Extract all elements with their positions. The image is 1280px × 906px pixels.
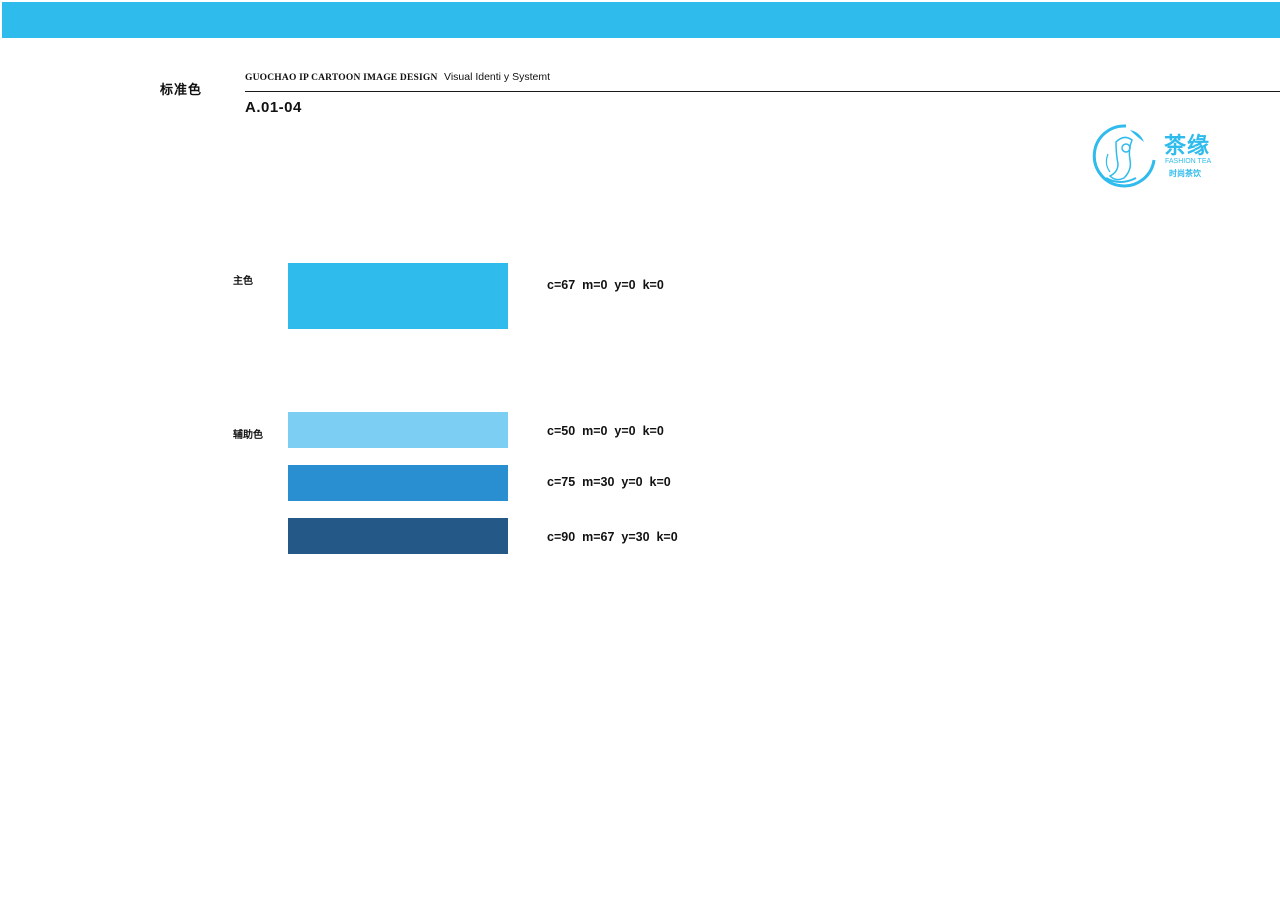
brand-logo: 茶缘 FASHION TEA 时尚茶饮	[1086, 120, 1220, 190]
header-divider	[245, 91, 1280, 92]
secondary-color-cmyk-1: c=50 m=0 y=0 k=0	[547, 424, 664, 438]
logo-subtitle-cn: 时尚茶饮	[1169, 169, 1201, 178]
secondary-color-cmyk-3: c=90 m=67 y=30 k=0	[547, 530, 678, 544]
primary-color-cmyk: c=67 m=0 y=0 k=0	[547, 278, 664, 292]
primary-color-label: 主色	[233, 276, 253, 287]
project-name: GUOCHAO IP CARTOON IMAGE DESIGN	[245, 73, 438, 83]
section-title: 标准色	[160, 83, 203, 98]
logo-title: 茶缘	[1164, 134, 1211, 159]
page-code: A.01-04	[245, 99, 302, 116]
secondary-color-label: 辅助色	[233, 430, 263, 441]
top-color-bar	[2, 2, 1280, 38]
secondary-color-swatch-2	[288, 465, 508, 501]
system-name: Visual Identi y Systemt	[444, 71, 551, 83]
teacup-goddess-icon	[1092, 124, 1156, 188]
logo-subtitle-en: FASHION TEA	[1165, 158, 1212, 165]
secondary-color-cmyk-2: c=75 m=30 y=0 k=0	[547, 475, 671, 489]
secondary-color-swatch-3	[288, 518, 508, 554]
secondary-color-swatch-1	[288, 412, 508, 448]
primary-color-swatch	[288, 263, 508, 329]
